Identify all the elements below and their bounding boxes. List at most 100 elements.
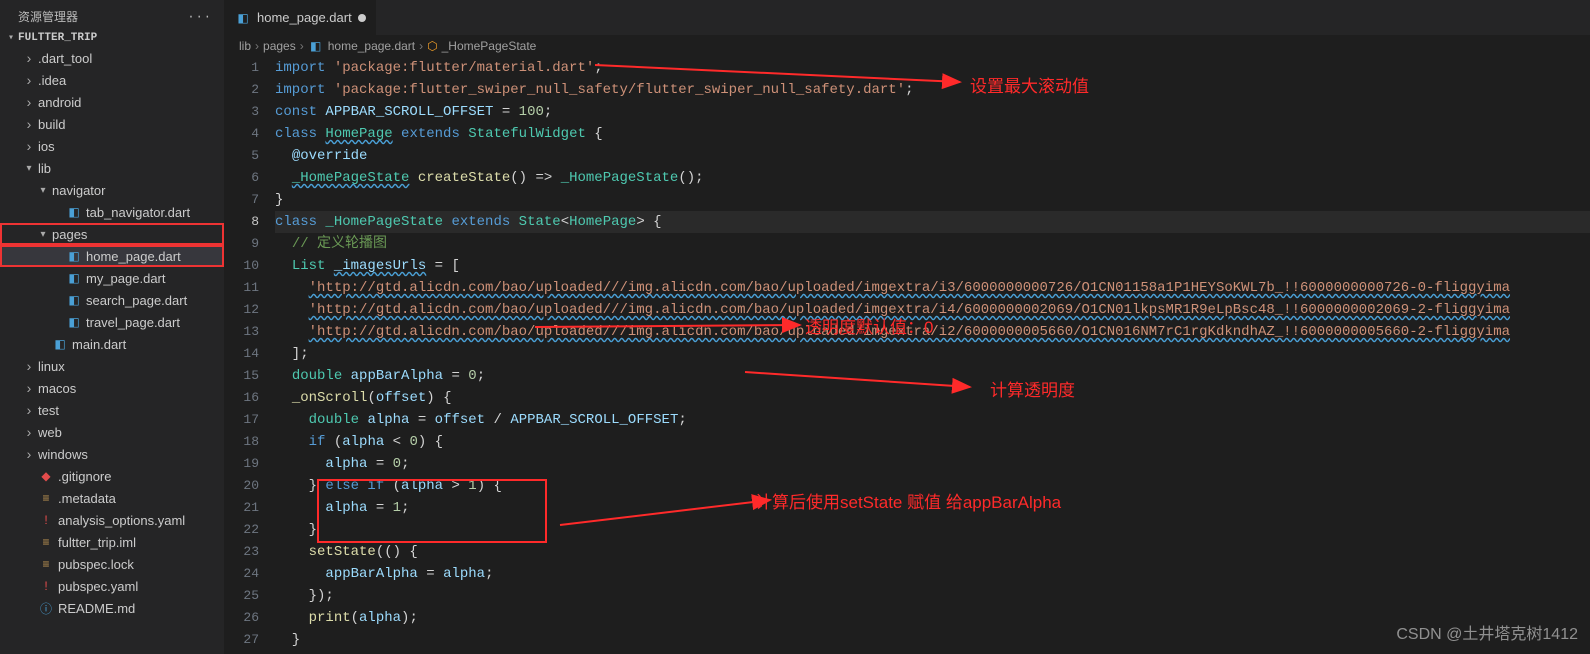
file-item[interactable]: ◧search_page.dart <box>0 289 224 311</box>
tree-label: tab_navigator.dart <box>86 205 190 220</box>
code-line[interactable]: print(alpha); <box>275 607 1590 629</box>
folder-item[interactable]: macos <box>0 377 224 399</box>
chevron-icon <box>24 50 34 66</box>
breadcrumb-item[interactable]: ⬡_HomePageState <box>427 39 536 53</box>
file-item[interactable]: ≡.metadata <box>0 487 224 509</box>
line-number: 11 <box>225 277 259 299</box>
chevron-icon <box>24 402 34 418</box>
more-actions-icon[interactable]: ··· <box>187 10 212 24</box>
code-line[interactable]: 'http://gtd.alicdn.com/bao/uploaded///im… <box>275 321 1590 343</box>
code-line[interactable]: ]; <box>275 343 1590 365</box>
folder-item[interactable]: test <box>0 399 224 421</box>
file-item[interactable]: ⓘREADME.md <box>0 597 224 619</box>
folder-item[interactable]: navigator <box>0 179 224 201</box>
yaml-file-icon: ! <box>38 578 54 594</box>
line-number: 16 <box>225 387 259 409</box>
folder-item[interactable]: web <box>0 421 224 443</box>
project-name: FULTTER_TRIP <box>18 32 97 44</box>
tree-label: .gitignore <box>58 469 111 484</box>
file-item[interactable]: ◧home_page.dart <box>0 245 224 267</box>
tree-label: windows <box>38 447 88 462</box>
code-line[interactable]: setState(() { <box>275 541 1590 563</box>
tree-label: pubspec.yaml <box>58 579 138 594</box>
line-number: 24 <box>225 563 259 585</box>
code-line[interactable]: const APPBAR_SCROLL_OFFSET = 100; <box>275 101 1590 123</box>
breadcrumb-item[interactable]: lib <box>239 39 251 53</box>
line-number: 27 <box>225 629 259 651</box>
folder-item[interactable]: ios <box>0 135 224 157</box>
code-line[interactable]: } else if (alpha > 1) { <box>275 475 1590 497</box>
breadcrumb-item[interactable]: ◧home_page.dart <box>308 38 415 54</box>
tree-label: travel_page.dart <box>86 315 180 330</box>
file-item[interactable]: ◧main.dart <box>0 333 224 355</box>
code-line[interactable]: import 'package:flutter_swiper_null_safe… <box>275 79 1590 101</box>
breadcrumb-item[interactable]: pages <box>263 39 296 53</box>
folder-item[interactable]: linux <box>0 355 224 377</box>
line-number: 8 <box>225 211 259 233</box>
code-line[interactable]: alpha = 0; <box>275 453 1590 475</box>
code-line[interactable]: alpha = 1; <box>275 497 1590 519</box>
code-body[interactable]: import 'package:flutter/material.dart';i… <box>275 57 1590 654</box>
code-line[interactable]: }); <box>275 585 1590 607</box>
tree-label: search_page.dart <box>86 293 187 308</box>
tab-bar: ◧ home_page.dart <box>225 0 1590 35</box>
file-item[interactable]: ≡pubspec.lock <box>0 553 224 575</box>
code-line[interactable]: class HomePage extends StatefulWidget { <box>275 123 1590 145</box>
line-number: 6 <box>225 167 259 189</box>
code-line[interactable]: 'http://gtd.alicdn.com/bao/uploaded///im… <box>275 277 1590 299</box>
line-number: 19 <box>225 453 259 475</box>
line-number: 21 <box>225 497 259 519</box>
project-root[interactable]: FULTTER_TRIP <box>0 29 224 47</box>
chevron-icon <box>24 358 34 374</box>
code-line[interactable]: @override <box>275 145 1590 167</box>
code-line[interactable]: List _imagesUrls = [ <box>275 255 1590 277</box>
tree-label: home_page.dart <box>86 249 181 264</box>
tab-home-page[interactable]: ◧ home_page.dart <box>225 0 377 35</box>
tree-label: linux <box>38 359 65 374</box>
folder-item[interactable]: android <box>0 91 224 113</box>
code-line[interactable]: 'http://gtd.alicdn.com/bao/uploaded///im… <box>275 299 1590 321</box>
tree-label: build <box>38 117 65 132</box>
file-item[interactable]: ◧my_page.dart <box>0 267 224 289</box>
code-line[interactable]: appBarAlpha = alpha; <box>275 563 1590 585</box>
file-item[interactable]: ◧travel_page.dart <box>0 311 224 333</box>
chevron-right-icon: › <box>255 39 259 53</box>
code-line[interactable]: // 定义轮播图 <box>275 233 1590 255</box>
code-line[interactable]: double appBarAlpha = 0; <box>275 365 1590 387</box>
chevron-right-icon: › <box>300 39 304 53</box>
file-item[interactable]: ≡fultter_trip.iml <box>0 531 224 553</box>
dart-file-icon: ◧ <box>308 38 324 54</box>
class-icon: ⬡ <box>427 39 437 53</box>
file-item[interactable]: ! pubspec.yaml <box>0 575 224 597</box>
code-editor[interactable]: 1234567891011121314151617181920212223242… <box>225 57 1590 654</box>
code-line[interactable]: _HomePageState createState() => _HomePag… <box>275 167 1590 189</box>
folder-item[interactable]: .dart_tool <box>0 47 224 69</box>
chevron-down-icon <box>6 32 16 44</box>
folder-item[interactable]: pages <box>0 223 224 245</box>
code-line[interactable]: } <box>275 629 1590 651</box>
file-item[interactable]: !analysis_options.yaml <box>0 509 224 531</box>
code-line[interactable]: _onScroll(offset) { <box>275 387 1590 409</box>
breadcrumb[interactable]: lib › pages › ◧home_page.dart › ⬡_HomePa… <box>225 35 1590 57</box>
code-line[interactable]: double alpha = offset / APPBAR_SCROLL_OF… <box>275 409 1590 431</box>
code-line[interactable]: } <box>275 189 1590 211</box>
folder-item[interactable]: .idea <box>0 69 224 91</box>
code-line[interactable]: class _HomePageState extends State<HomeP… <box>275 211 1590 233</box>
dart-file-icon: ◧ <box>66 204 82 220</box>
line-number: 5 <box>225 145 259 167</box>
folder-item[interactable]: windows <box>0 443 224 465</box>
folder-item[interactable]: build <box>0 113 224 135</box>
chevron-icon <box>24 424 34 440</box>
file-item[interactable]: ◆.gitignore <box>0 465 224 487</box>
folder-item[interactable]: lib <box>0 157 224 179</box>
tree-label: .idea <box>38 73 66 88</box>
tree-label: .metadata <box>58 491 116 506</box>
line-number: 15 <box>225 365 259 387</box>
tree-label: analysis_options.yaml <box>58 513 185 528</box>
code-line[interactable]: if (alpha < 0) { <box>275 431 1590 453</box>
file-item[interactable]: ◧ tab_navigator.dart <box>0 201 224 223</box>
line-number: 9 <box>225 233 259 255</box>
file-tree: .dart_tool .idea android build ioslibnavigat… <box>0 47 224 654</box>
code-line[interactable]: } <box>275 519 1590 541</box>
code-line[interactable]: import 'package:flutter/material.dart'; <box>275 57 1590 79</box>
